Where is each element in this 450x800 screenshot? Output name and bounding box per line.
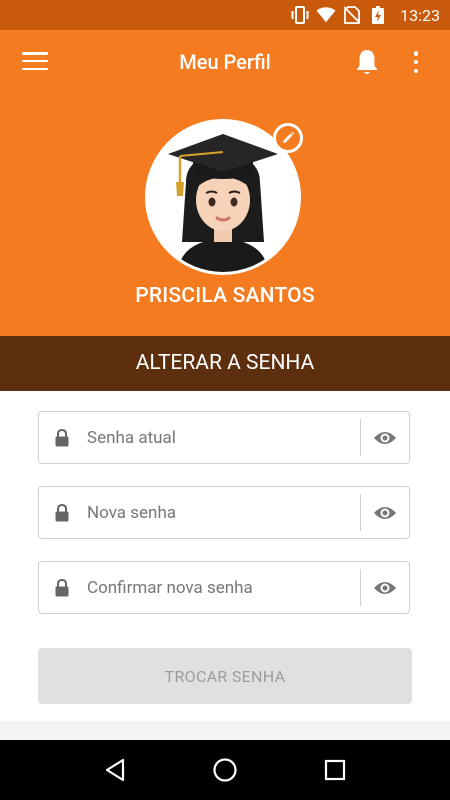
recents-icon[interactable] [315,750,355,790]
user-name: PRISCILA SANTOS [135,284,315,308]
current-password-field [38,411,410,464]
lock-icon [39,503,85,522]
eye-icon[interactable] [361,505,409,521]
current-password-input[interactable] [85,427,360,448]
section-title: ALTERAR A SENHA [0,336,450,391]
confirm-password-field [38,561,410,614]
page-title: Meu Perfil [179,50,271,74]
more-vert-icon[interactable] [406,48,426,76]
back-icon[interactable] [95,750,135,790]
eye-icon[interactable] [361,580,409,596]
home-icon[interactable] [205,750,245,790]
bell-icon[interactable] [354,48,380,76]
avatar-container [145,119,305,279]
app-bar: Meu Perfil PRISCILA SANTOS [0,30,450,336]
change-password-button[interactable]: TROCAR SENHA [38,648,412,704]
new-password-input[interactable] [85,502,360,523]
wifi-icon [316,6,336,24]
lock-icon [39,578,85,597]
new-password-field [38,486,410,539]
edit-icon[interactable] [273,123,303,153]
battery-icon [368,6,388,24]
system-nav-bar [0,740,450,800]
vibrate-icon [290,6,310,24]
toolbar: Meu Perfil [0,30,450,94]
confirm-password-input[interactable] [85,577,360,598]
eye-icon[interactable] [361,430,409,446]
no-sim-icon [342,6,362,24]
change-password-form: TROCAR SENHA [0,391,450,721]
status-bar: 13:23 [0,0,450,30]
status-time: 13:23 [400,5,440,25]
lock-icon [39,428,85,447]
